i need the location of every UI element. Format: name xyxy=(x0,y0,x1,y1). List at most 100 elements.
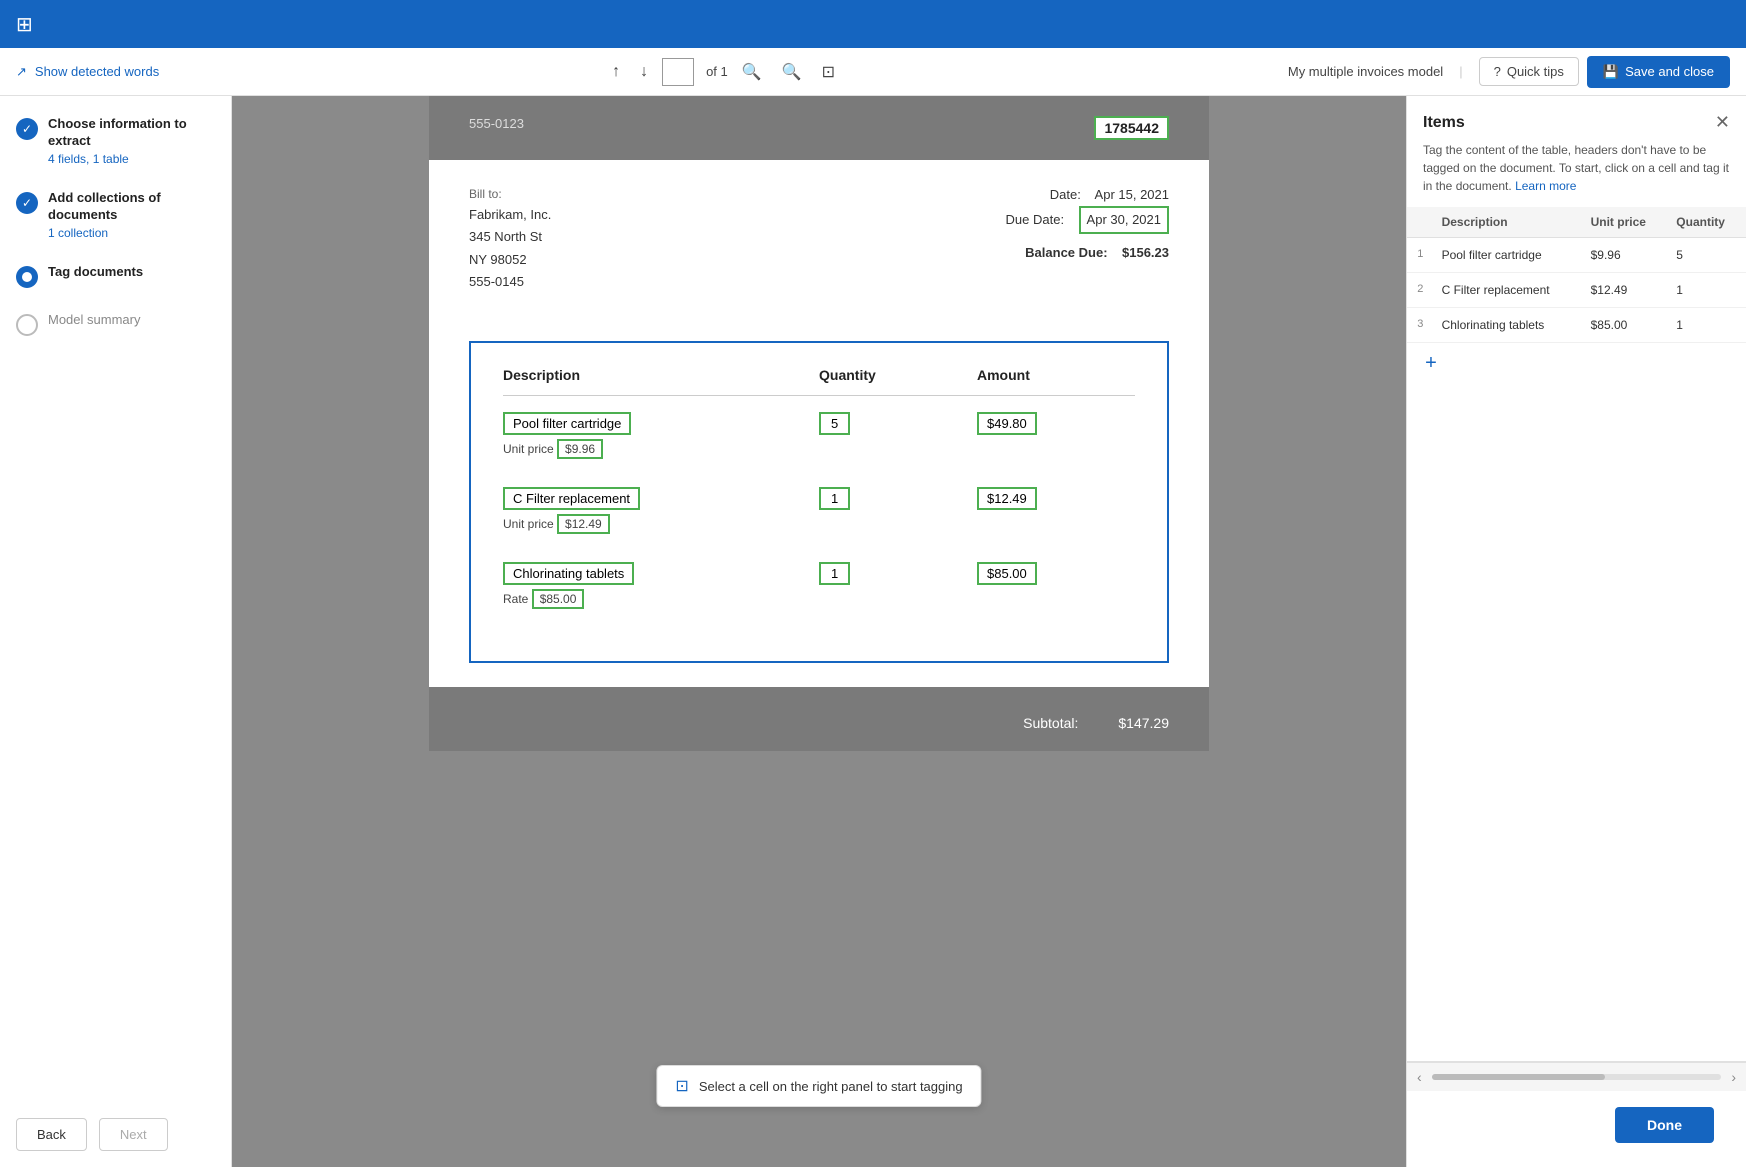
next-btn[interactable]: Next xyxy=(99,1118,168,1151)
col-unitprice-header: Unit price xyxy=(1583,207,1669,238)
sidebar-step-tag-documents[interactable]: Tag documents xyxy=(16,264,215,288)
row-qty-3[interactable]: 1 xyxy=(1668,308,1746,343)
sidebar-step-add-collections[interactable]: ✓ Add collections of documents 1 collect… xyxy=(16,190,215,240)
item-price-3: $85.00 xyxy=(532,589,585,609)
scroll-right-btn[interactable]: › xyxy=(1725,1067,1742,1087)
document-scroll: 555-0123 1785442 Bill to: Fabrikam, Inc.… xyxy=(232,96,1406,751)
tooltip-icon: ⊡ xyxy=(675,1076,688,1096)
right-panel: Items ✕ Tag the content of the table, he… xyxy=(1406,96,1746,1167)
item-amount-2: $12.49 xyxy=(977,487,1135,510)
show-detected-words-btn[interactable]: ↗ Show detected words xyxy=(16,64,159,80)
item-price-1: $9.96 xyxy=(557,439,603,459)
subtotal-value: $147.29 xyxy=(1118,715,1169,731)
due-date-value: Apr 30, 2021 xyxy=(1079,206,1169,234)
item-desc-3: Chlorinating tablets Rate $85.00 xyxy=(503,562,819,609)
row-num-3: 3 xyxy=(1407,308,1434,343)
item-amount-1: $49.80 xyxy=(977,412,1135,435)
sidebar-step-choose-info[interactable]: ✓ Choose information to extract 4 fields… xyxy=(16,116,215,166)
question-icon: ? xyxy=(1494,64,1501,79)
item-unit-2: Unit price $12.49 xyxy=(503,514,819,534)
scroll-left-btn[interactable]: ‹ xyxy=(1411,1067,1428,1087)
row-price-1[interactable]: $9.96 xyxy=(1583,238,1669,273)
item-desc-1: Pool filter cartridge Unit price $9.96 xyxy=(503,412,819,459)
panel-close-btn[interactable]: ✕ xyxy=(1715,112,1730,133)
sidebar-step-model-summary[interactable]: Model summary xyxy=(16,312,215,336)
bottom-nav: Back Next xyxy=(0,1102,232,1167)
panel-title: Items xyxy=(1423,114,1465,132)
table-row[interactable]: 3 Chlorinating tablets $85.00 1 xyxy=(1407,308,1746,343)
sub-toolbar: ↗ Show detected words ↑ ↓ 1 of 1 🔍 🔍 ⊡ M… xyxy=(0,48,1746,96)
page-up-btn[interactable]: ↑ xyxy=(606,59,626,85)
invoice-row-2: C Filter replacement Unit price $12.49 1… xyxy=(503,487,1135,534)
panel-description: Tag the content of the table, headers do… xyxy=(1407,141,1746,207)
tagging-tooltip: ⊡ Select a cell on the right panel to st… xyxy=(656,1065,981,1107)
fit-btn[interactable]: ⊡ xyxy=(816,58,841,86)
row-desc-1[interactable]: Pool filter cartridge xyxy=(1434,238,1583,273)
col-num-header xyxy=(1407,207,1434,238)
date-label: Date: xyxy=(1050,187,1081,202)
page-down-btn[interactable]: ↓ xyxy=(634,59,654,85)
item-qty-2: 1 xyxy=(819,487,977,510)
row-qty-1[interactable]: 5 xyxy=(1668,238,1746,273)
table-row[interactable]: 1 Pool filter cartridge $9.96 5 xyxy=(1407,238,1746,273)
model-label: My multiple invoices model xyxy=(1288,64,1443,79)
item-name-box-3: Chlorinating tablets xyxy=(503,562,634,585)
col-qty-header: Quantity xyxy=(819,367,977,383)
balance-due-value: $156.23 xyxy=(1122,245,1169,260)
row-num-1: 1 xyxy=(1407,238,1434,273)
panel-header: Items ✕ xyxy=(1407,96,1746,141)
page-of-label: of 1 xyxy=(706,64,728,79)
item-unit-1: Unit price $9.96 xyxy=(503,439,819,459)
invoice-billing-section: Bill to: Fabrikam, Inc. 345 North St NY … xyxy=(429,160,1209,341)
save-and-close-btn[interactable]: 💾 Save and close xyxy=(1587,56,1730,88)
item-desc-2: C Filter replacement Unit price $12.49 xyxy=(503,487,819,534)
phone2: 555-0145 xyxy=(469,271,551,293)
bill-to-label: Bill to: xyxy=(469,184,551,204)
row-price-3[interactable]: $85.00 xyxy=(1583,308,1669,343)
left-sidebar: ✓ Choose information to extract 4 fields… xyxy=(0,96,232,1167)
balance-due-label: Balance Due: xyxy=(1025,245,1107,260)
learn-more-link[interactable]: Learn more xyxy=(1515,179,1576,193)
subtotal-row: Subtotal: $147.29 xyxy=(469,715,1169,731)
row-price-2[interactable]: $12.49 xyxy=(1583,273,1669,308)
step-icon-4 xyxy=(16,314,38,336)
panel-footer: ‹ › Done xyxy=(1407,1061,1746,1167)
bill-to-section: Bill to: Fabrikam, Inc. 345 North St NY … xyxy=(469,184,1169,293)
item-qty-1: 5 xyxy=(819,412,977,435)
date-value: Apr 15, 2021 xyxy=(1095,187,1169,202)
zoom-out-btn[interactable]: 🔍 xyxy=(736,58,768,86)
row-desc-3[interactable]: Chlorinating tablets xyxy=(1434,308,1583,343)
row-desc-2[interactable]: C Filter replacement xyxy=(1434,273,1583,308)
bill-to-right: Date: Apr 15, 2021 Due Date: Apr 30, 202… xyxy=(1006,184,1169,293)
item-name-box-1: Pool filter cartridge xyxy=(503,412,631,435)
step-icon-3 xyxy=(16,266,38,288)
col-description-header: Description xyxy=(1434,207,1583,238)
item-amount-3: $85.00 xyxy=(977,562,1135,585)
col-quantity-header: Quantity xyxy=(1668,207,1746,238)
add-row-btn[interactable]: + xyxy=(1415,347,1447,379)
row-qty-2[interactable]: 1 xyxy=(1668,273,1746,308)
invoice-number-box: 1785442 xyxy=(1094,116,1169,140)
zoom-in-btn[interactable]: 🔍 xyxy=(776,58,808,86)
invoice-row-3: Chlorinating tablets Rate $85.00 1 $85.0… xyxy=(503,562,1135,609)
invoice-table-wrapper: Description Quantity Amount Pool filter … xyxy=(429,341,1209,687)
address1: 345 North St xyxy=(469,226,551,248)
step-title-4: Model summary xyxy=(48,312,215,329)
invoice-phone-top: 555-0123 xyxy=(469,116,524,131)
grid-icon[interactable]: ⊞ xyxy=(16,12,33,37)
step-icon-1: ✓ xyxy=(16,118,38,140)
step-title-3: Tag documents xyxy=(48,264,215,281)
step-title-1: Choose information to extract xyxy=(48,116,215,150)
quick-tips-btn[interactable]: ? Quick tips xyxy=(1479,57,1579,86)
table-row[interactable]: 2 C Filter replacement $12.49 1 xyxy=(1407,273,1746,308)
invoice-top-section: 555-0123 1785442 xyxy=(429,96,1209,160)
back-btn[interactable]: Back xyxy=(16,1118,87,1151)
item-price-2: $12.49 xyxy=(557,514,610,534)
page-number-input[interactable]: 1 xyxy=(662,58,694,86)
invoice-table-header: Description Quantity Amount xyxy=(503,367,1135,396)
done-btn[interactable]: Done xyxy=(1615,1107,1714,1143)
document-area: 555-0123 1785442 Bill to: Fabrikam, Inc.… xyxy=(232,96,1406,1167)
item-qty-3: 1 xyxy=(819,562,977,585)
items-table: Description Unit price Quantity 1 Pool f… xyxy=(1407,207,1746,343)
step-subtitle-2: 1 collection xyxy=(48,226,215,240)
